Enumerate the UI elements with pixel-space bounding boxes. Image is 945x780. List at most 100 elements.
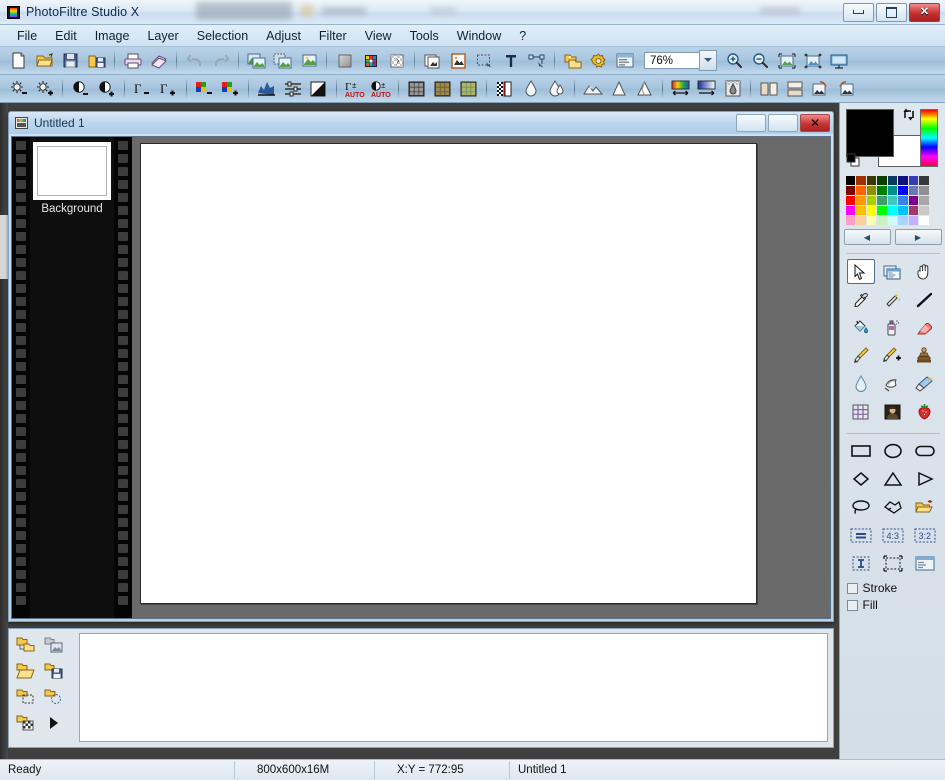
document-close-button[interactable]: ✕ (800, 114, 830, 132)
palette-swatch-19[interactable] (856, 196, 866, 205)
menu-edit[interactable]: Edit (46, 27, 86, 45)
levels-icon[interactable] (280, 76, 305, 101)
menu-view[interactable]: View (356, 27, 401, 45)
paintbrush-icon[interactable] (847, 343, 876, 368)
zoom-dropdown-arrow[interactable] (699, 50, 717, 71)
menu-window[interactable]: Window (448, 27, 510, 45)
settings-gear-icon[interactable] (586, 48, 611, 73)
folder-save-icon[interactable] (43, 660, 65, 682)
palette-swatch-35[interactable] (930, 206, 940, 215)
smudge-icon[interactable] (878, 371, 907, 396)
color-mode-icon[interactable] (358, 48, 383, 73)
rotate-left-icon[interactable] (808, 76, 833, 101)
stroke-option-row[interactable]: Stroke (847, 581, 939, 595)
palette-swatch-1[interactable] (856, 176, 866, 185)
hand-pan-icon[interactable] (910, 259, 939, 284)
fill-checkbox[interactable] (847, 600, 858, 611)
palette-swatch-7[interactable] (919, 176, 929, 185)
halftone-icon[interactable] (492, 76, 517, 101)
palette-swatch-10[interactable] (856, 186, 866, 195)
swap-colors-icon[interactable] (901, 107, 917, 123)
palette-swatch-29[interactable] (867, 206, 877, 215)
auto-gamma-icon[interactable]: Γ±AUTO (342, 76, 367, 101)
gradient-horizontal-icon[interactable] (668, 76, 693, 101)
auto-contrast-icon[interactable]: ±AUTO (368, 76, 393, 101)
portrait-photo-icon[interactable] (878, 399, 907, 424)
actual-size-icon[interactable] (800, 48, 825, 73)
invert-icon[interactable] (306, 76, 331, 101)
palette-swatch-4[interactable] (888, 176, 898, 185)
saturation-increase-icon[interactable] (218, 76, 243, 101)
vector-path-icon[interactable] (524, 48, 549, 73)
layer-item-background[interactable]: Background (34, 143, 110, 215)
redo-icon[interactable] (208, 48, 233, 73)
palette-swatch-37[interactable] (856, 216, 866, 225)
palette-swatch-27[interactable] (846, 206, 856, 215)
new-document-icon[interactable] (6, 48, 31, 73)
maximize-button[interactable] (876, 3, 907, 22)
brightness-decrease-icon[interactable] (6, 76, 31, 101)
palette-swatch-14[interactable] (898, 186, 908, 195)
open-file-icon[interactable] (32, 48, 57, 73)
menu-image[interactable]: Image (86, 27, 139, 45)
palette-swatch-18[interactable] (846, 196, 856, 205)
palette-swatch-28[interactable] (856, 206, 866, 215)
palette-swatch-2[interactable] (867, 176, 877, 185)
palette-swatch-8[interactable] (930, 176, 940, 185)
reset-colors-icon[interactable] (846, 153, 862, 169)
foreground-color-swatch[interactable] (846, 109, 894, 157)
menu-selection[interactable]: Selection (188, 27, 257, 45)
contrast-decrease-icon[interactable] (68, 76, 93, 101)
selection-options-icon[interactable] (911, 551, 939, 575)
undo-icon[interactable] (182, 48, 207, 73)
rounded-rectangle-shape-icon[interactable] (911, 439, 939, 463)
menu-file[interactable]: File (8, 27, 46, 45)
grayscale-icon[interactable] (332, 48, 357, 73)
palette-swatch-0[interactable] (846, 176, 856, 185)
image-canvas[interactable] (140, 143, 757, 604)
palette-swatch-20[interactable] (867, 196, 877, 205)
lasso-shape-icon[interactable] (847, 495, 875, 519)
document-minimize-button[interactable] (736, 114, 766, 132)
palette-swatch-25[interactable] (919, 196, 929, 205)
brightness-increase-icon[interactable] (32, 76, 57, 101)
polygon-shape-icon[interactable] (879, 495, 907, 519)
load-shape-icon[interactable] (911, 495, 939, 519)
layers-panel[interactable]: Background (12, 137, 132, 618)
gamma-decrease-icon[interactable]: Γ (130, 76, 155, 101)
gamma-increase-icon[interactable]: Γ (156, 76, 181, 101)
save-as-icon[interactable] (84, 48, 109, 73)
folder-open-icon[interactable] (15, 660, 37, 682)
blur-icon[interactable] (518, 76, 543, 101)
palette-swatch-33[interactable] (909, 206, 919, 215)
palette-swatch-6[interactable] (909, 176, 919, 185)
palette-swatch-24[interactable] (909, 196, 919, 205)
triangle-shape-icon[interactable] (879, 467, 907, 491)
grid-pattern-icon[interactable] (847, 399, 876, 424)
fullscreen-icon[interactable] (826, 48, 851, 73)
palette-swatch-44[interactable] (930, 216, 940, 225)
water-drop-icon[interactable] (847, 371, 876, 396)
contrast-increase-icon[interactable] (94, 76, 119, 101)
eyedropper-icon[interactable] (847, 287, 876, 312)
blur-more-icon[interactable] (544, 76, 569, 101)
browser-file-list[interactable] (79, 633, 828, 742)
folder-image-icon[interactable] (43, 634, 65, 656)
transform-selection-icon[interactable] (879, 551, 907, 575)
print-preview-icon[interactable] (146, 48, 171, 73)
duplicate-image-icon[interactable] (296, 48, 321, 73)
flip-icon[interactable] (782, 76, 807, 101)
palette-swatch-30[interactable] (877, 206, 887, 215)
palette-swatch-43[interactable] (919, 216, 929, 225)
palette-swatch-42[interactable] (909, 216, 919, 225)
soften-icon[interactable] (606, 76, 631, 101)
menu-adjust[interactable]: Adjust (257, 27, 310, 45)
palette-swatch-16[interactable] (919, 186, 929, 195)
histogram-icon[interactable] (254, 76, 279, 101)
diamond-shape-icon[interactable] (847, 467, 875, 491)
close-button[interactable]: ✕ (909, 3, 940, 22)
palette-swatch-17[interactable] (930, 186, 940, 195)
save-icon[interactable] (58, 48, 83, 73)
text-tool-icon[interactable] (498, 48, 523, 73)
rectangle-shape-icon[interactable] (847, 439, 875, 463)
